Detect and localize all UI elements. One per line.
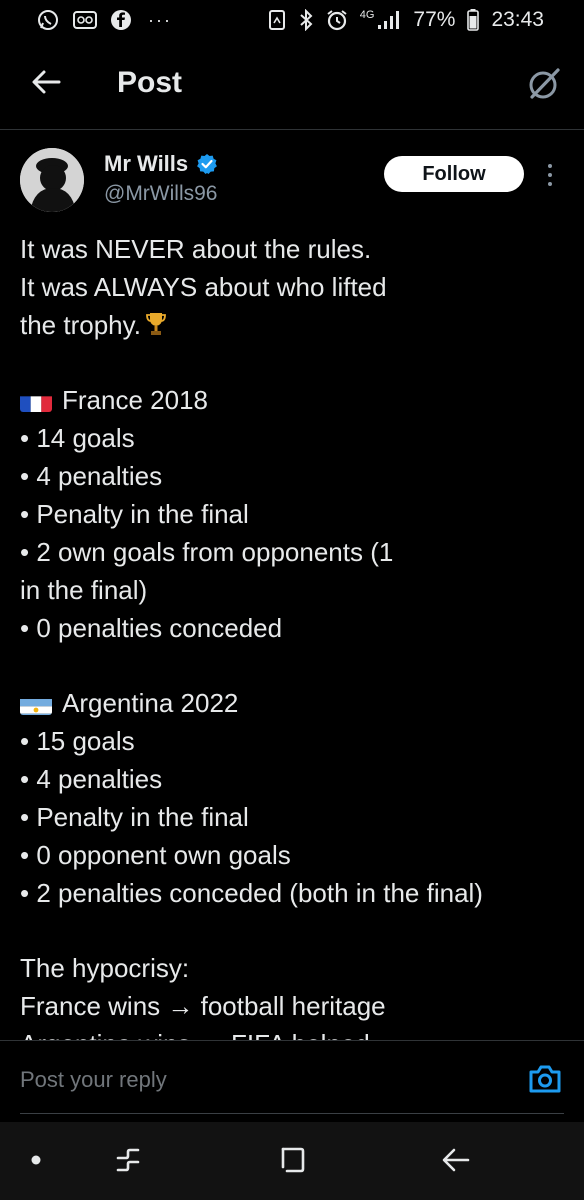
post-line: France 2018 [20, 381, 572, 419]
reply-bar [0, 1040, 584, 1122]
verified-badge-icon [196, 153, 218, 175]
grok-icon [526, 66, 562, 107]
grok-button[interactable] [522, 64, 566, 108]
alarm-icon [326, 9, 348, 31]
camera-button[interactable] [526, 1063, 564, 1099]
author-handle[interactable]: @MrWills96 [104, 182, 217, 206]
post-line: • Penalty in the final [20, 802, 249, 832]
whatsapp-icon [36, 8, 60, 32]
status-right: 4G 77% 23:43 [268, 8, 544, 32]
home-button[interactable] [272, 1142, 312, 1182]
post-line: • 14 goals [20, 423, 135, 453]
author-row: Mr Wills @MrWills96 Follow [0, 148, 584, 218]
status-left: ··· [36, 8, 172, 32]
reply-input[interactable] [20, 1067, 500, 1093]
author-name-text: Mr Wills [104, 151, 189, 176]
argentina-flag-icon [20, 693, 52, 715]
recents-button[interactable] [108, 1142, 148, 1182]
post-line: • 2 own goals from opponents (1 [20, 537, 394, 567]
back-nav-button[interactable] [436, 1142, 476, 1182]
post-line: It was NEVER about the rules. [20, 234, 372, 264]
post-line: the trophy. [20, 306, 572, 344]
voicemail-icon [72, 9, 98, 31]
post-line: The hypocrisy: [20, 953, 190, 983]
post-line: France wins → football heritage [20, 991, 386, 1021]
france-flag-icon [20, 390, 52, 412]
recents-icon [114, 1146, 142, 1179]
home-square-icon [278, 1146, 306, 1179]
post-line: in the final) [20, 575, 148, 605]
more-options-icon[interactable] [540, 158, 560, 192]
nfc-icon [268, 9, 286, 31]
post-line: • 2 penalties conceded (both in the fina… [20, 878, 483, 908]
facebook-icon [110, 9, 132, 31]
post-line: • 4 penalties [20, 764, 163, 794]
post-gap [20, 912, 572, 949]
battery-icon [467, 9, 480, 31]
back-button[interactable] [26, 62, 66, 106]
clock: 23:43 [491, 8, 544, 31]
home-dot-button[interactable] [16, 1142, 56, 1182]
camera-icon [528, 1064, 562, 1099]
network-type: 4G [359, 9, 375, 21]
status-bar: ··· 4G 77% 23:43 [0, 0, 584, 40]
status-more: ··· [148, 9, 172, 30]
post-gap [20, 344, 572, 381]
back-icon [441, 1146, 471, 1179]
avatar[interactable] [20, 148, 84, 212]
reply-divider [20, 1113, 564, 1114]
home-dot-icon [30, 1153, 42, 1171]
system-nav-bar [0, 1122, 584, 1200]
arrow-left-icon [31, 69, 61, 100]
author-name[interactable]: Mr Wills [104, 151, 218, 177]
post-gap [20, 647, 572, 684]
post-line: • 0 penalties conceded [20, 613, 283, 643]
post-line: • Penalty in the final [20, 499, 249, 529]
header: Post [0, 40, 584, 130]
post-line: • 0 opponent own goals [20, 840, 291, 870]
trophy-icon [145, 309, 167, 347]
post-line: • 4 penalties [20, 461, 163, 491]
follow-button[interactable]: Follow [384, 156, 524, 192]
battery-percent: 77% [413, 8, 456, 31]
post-line: Argentina wins → FIFA helped [20, 1025, 572, 1040]
bluetooth-icon [298, 9, 314, 31]
post-line: Argentina 2022 [20, 684, 572, 722]
page-title: Post [117, 66, 183, 99]
signal-icon: 4G [360, 10, 402, 30]
post-line: It was ALWAYS about who lifted [20, 272, 387, 302]
post-line: • 15 goals [20, 726, 135, 756]
post-text: It was NEVER about the rules. It was ALW… [20, 230, 572, 1040]
